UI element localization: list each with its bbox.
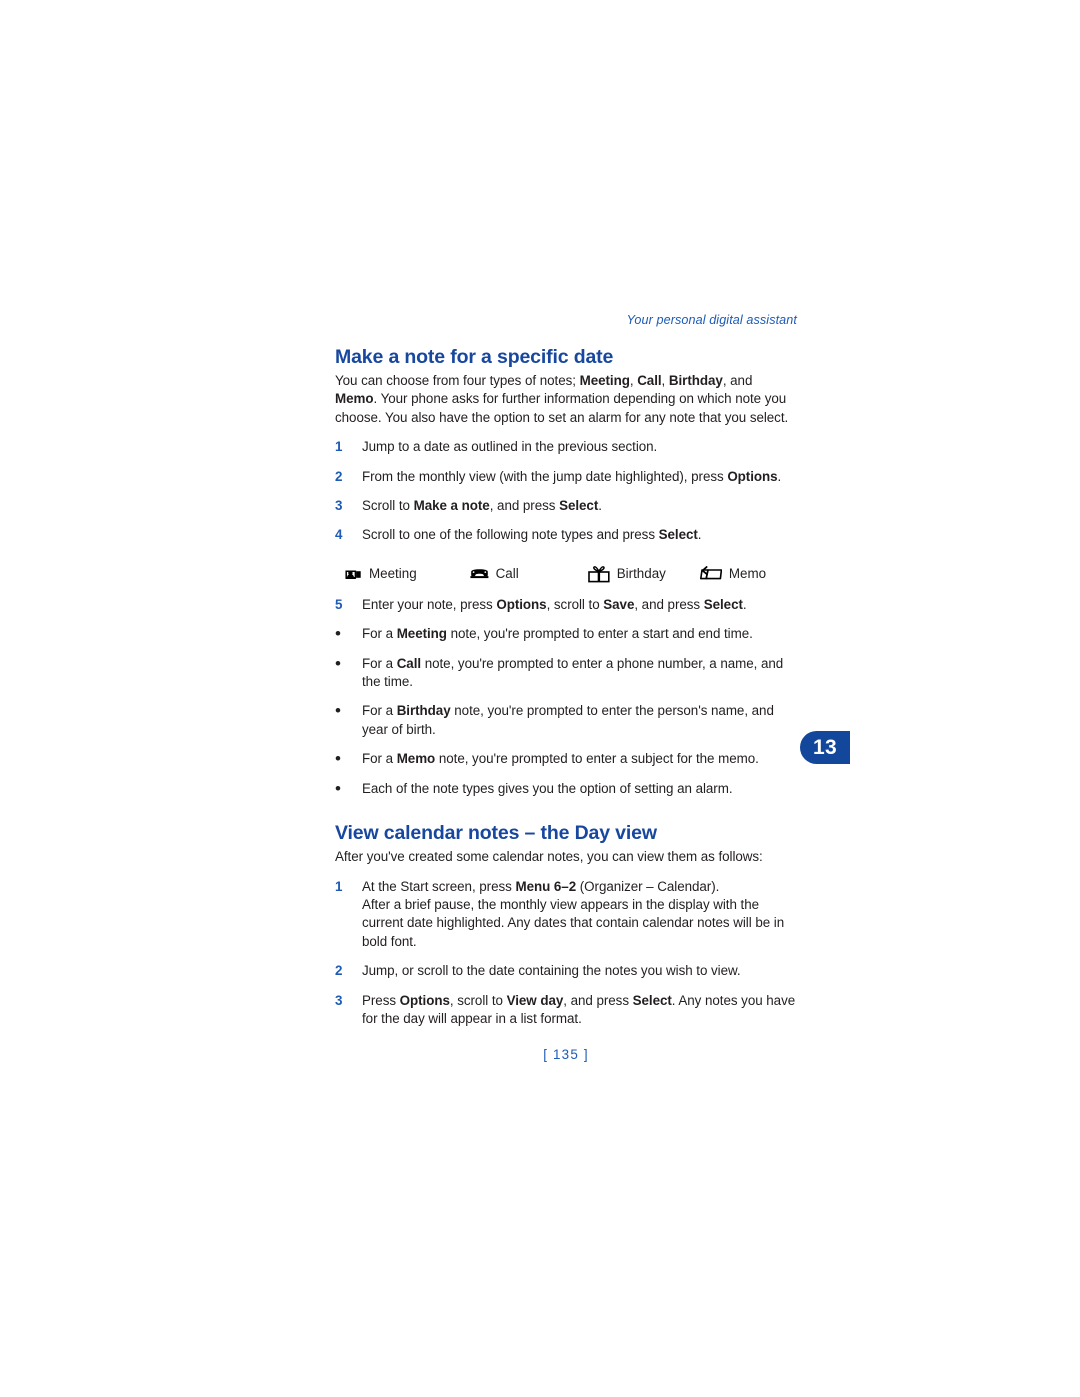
step-text: From the monthly view (with the jump dat… xyxy=(362,468,782,484)
section-2-step-list: 1 At the Start screen, press Menu 6–2 (O… xyxy=(335,878,797,1029)
bullet-item: • Each of the note types gives you the o… xyxy=(335,778,797,798)
bullet-text: For a Birthday note, you're prompted to … xyxy=(362,703,774,737)
legend-item-meeting: Meeting xyxy=(345,565,417,583)
bullet-item: • For a Meeting note, you're prompted to… xyxy=(335,624,797,644)
step-item: 1 At the Start screen, press Menu 6–2 (O… xyxy=(335,878,797,952)
step-text: Press Options, scroll to View day, and p… xyxy=(362,992,796,1026)
section-2-intro-paragraph: After you've created some calendar notes… xyxy=(335,849,763,865)
bullet-marker: • xyxy=(335,701,341,721)
step-number: 1 xyxy=(335,439,343,455)
bullet-marker: • xyxy=(335,778,341,798)
step-item: 5 Enter your note, press Options, scroll… xyxy=(335,596,797,614)
step-number: 3 xyxy=(335,498,343,514)
step-item: 1 Jump to a date as outlined in the prev… xyxy=(335,438,797,456)
step-item: 3 Press Options, scroll to View day, and… xyxy=(335,992,797,1029)
bullet-text: For a Memo note, you're prompted to ente… xyxy=(362,751,759,767)
bullet-text: For a Call note, you're prompted to ente… xyxy=(362,655,784,690)
meeting-icon xyxy=(345,567,362,581)
legend-label: Call xyxy=(495,565,519,581)
bullet-marker: • xyxy=(335,624,341,644)
step-text: Jump to a date as outlined in the previo… xyxy=(362,439,658,455)
step-number: 1 xyxy=(335,878,343,894)
page-number-folio: [ 135 ] xyxy=(543,1047,589,1062)
legend-item-birthday: Birthday xyxy=(587,565,666,583)
legend-item-call: Call xyxy=(470,565,519,583)
step-text: Jump, or scroll to the date containing t… xyxy=(362,963,741,979)
chapter-thumb-tab: 13 xyxy=(800,731,850,764)
bullet-text: For a Meeting note, you're prompted to e… xyxy=(362,626,753,642)
bullet-marker: • xyxy=(335,653,341,673)
running-header: Your personal digital assistant xyxy=(626,313,797,327)
note-type-icon-legend: Meeting Call Birthday Memo xyxy=(345,563,797,585)
step-number: 2 xyxy=(335,468,343,484)
bullet-text: Each of the note types gives you the opt… xyxy=(362,780,733,796)
step-item: 4 Scroll to one of the following note ty… xyxy=(335,526,797,544)
step-item: 2 From the monthly view (with the jump d… xyxy=(335,468,797,486)
step-text: Scroll to Make a note, and press Select. xyxy=(362,498,602,514)
step-number: 3 xyxy=(335,992,343,1008)
legend-label: Birthday xyxy=(616,565,666,581)
call-icon xyxy=(470,567,489,580)
bullet-marker: • xyxy=(335,749,341,769)
section-heading-make-a-note: Make a note for a specific date xyxy=(335,346,614,368)
step-text: Scroll to one of the following note type… xyxy=(362,527,702,543)
legend-item-memo: Memo xyxy=(699,565,767,583)
bullet-item: • For a Call note, you're prompted to en… xyxy=(335,653,797,692)
bullet-item: • For a Memo note, you're prompted to en… xyxy=(335,749,797,769)
step-item: 2 Jump, or scroll to the date containing… xyxy=(335,962,797,980)
legend-label: Meeting xyxy=(369,565,417,581)
birthday-gift-icon xyxy=(587,565,610,583)
manual-page: Your personal digital assistant Make a n… xyxy=(0,0,1080,1397)
section-1-intro-paragraph: You can choose from four types of notes;… xyxy=(335,373,789,425)
section-1-step-list: 1 Jump to a date as outlined in the prev… xyxy=(335,438,797,545)
step-text: Enter your note, press Options, scroll t… xyxy=(362,596,747,612)
bullet-item: • For a Birthday note, you're prompted t… xyxy=(335,702,797,739)
step-number: 5 xyxy=(335,596,343,612)
step-number: 2 xyxy=(335,963,343,979)
memo-icon xyxy=(699,565,723,582)
step-text: At the Start screen, press Menu 6–2 (Org… xyxy=(362,878,785,949)
section-heading-view-calendar-notes: View calendar notes – the Day view xyxy=(335,822,657,845)
section-1-step-list-continued: 5 Enter your note, press Options, scroll… xyxy=(335,596,797,798)
page-content-column: Your personal digital assistant Make a n… xyxy=(335,312,797,1028)
step-number: 4 xyxy=(335,527,343,543)
legend-label: Memo xyxy=(728,565,767,581)
step-item: 3 Scroll to Make a note, and press Selec… xyxy=(335,497,797,515)
